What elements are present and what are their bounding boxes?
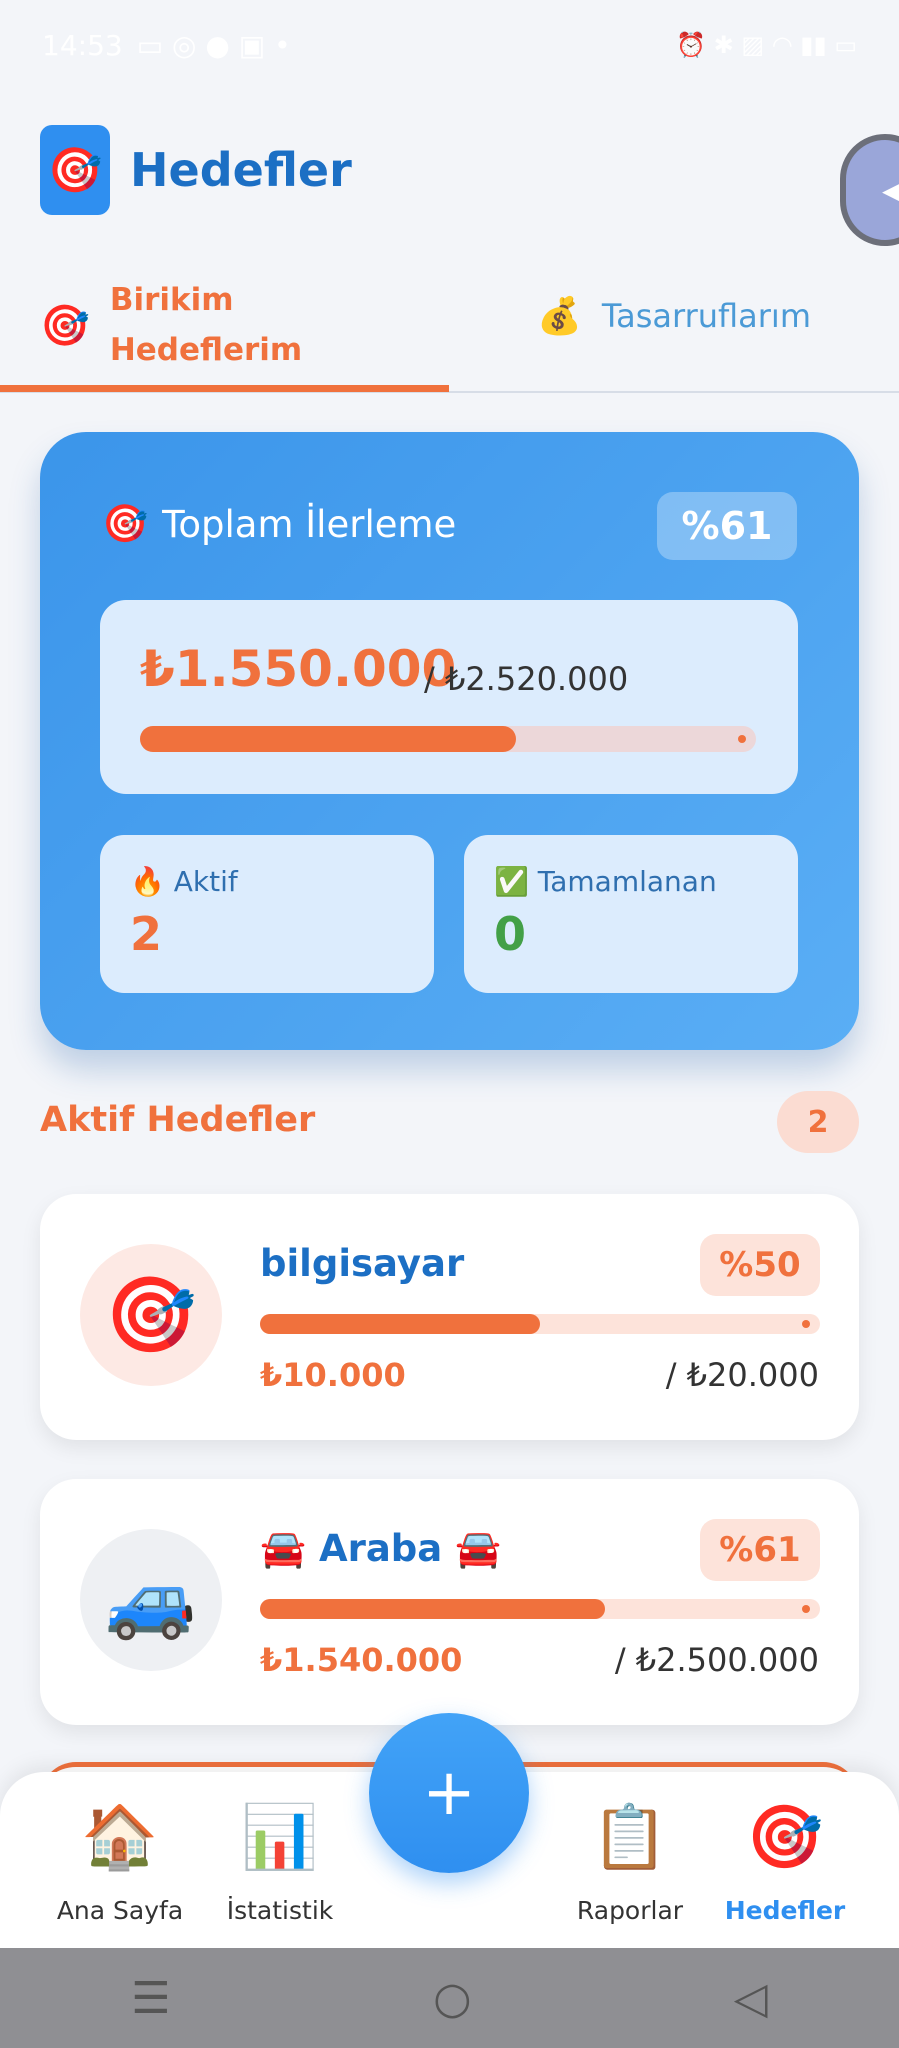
goal-target-amount: / ₺20.000 [665, 1356, 819, 1394]
target-icon: 🎯 [102, 502, 149, 545]
goal-name: 🚘 Araba 🚘 [260, 1527, 502, 1570]
goal-tabs: 🎯 Birikim Hedeflerim 💰 Tasarruflarım [0, 265, 899, 393]
goal-progress-bar [260, 1599, 820, 1619]
status-bar: 14:53 ▭ ◎ ● ▣ • ⏰ ✱ ▨ ◠ ▮▮ ▭ [0, 0, 899, 90]
goal-percent-badge: %50 [700, 1234, 820, 1296]
completed-stat-label: ✅ Tamamlanan [494, 865, 717, 898]
total-amount-box: ₺1.550.000 / ₺2.520.000 [100, 600, 798, 794]
nav-reports[interactable]: 📋 Raporlar [550, 1792, 710, 1925]
back-button[interactable]: ◁ [734, 1973, 768, 2024]
completed-count: 0 [494, 907, 527, 961]
target-icon: 🎯 [40, 302, 90, 349]
nav-label: Hedefler [724, 1896, 846, 1925]
progress-end-dot [802, 1605, 810, 1613]
active-tab-indicator [0, 385, 449, 392]
progress-fill [260, 1314, 540, 1334]
progress-end-dot [738, 735, 746, 743]
active-goals-heading: Aktif Hedefler [40, 1100, 316, 1140]
goal-name: bilgisayar [260, 1242, 465, 1285]
goal-current-amount: ₺10.000 [260, 1356, 406, 1394]
home-button[interactable]: ○ [433, 1973, 471, 2024]
goal-current-amount: ₺1.540.000 [260, 1641, 463, 1679]
total-progress-label: Toplam İlerleme [162, 502, 457, 546]
bar-chart-icon: 📊 [241, 1800, 319, 1873]
tab-label: Birikim Hedeflerim [109, 282, 303, 368]
active-count: 2 [130, 907, 163, 961]
notification-icons: ▭ ◎ ● ▣ • [136, 28, 291, 62]
nav-goals[interactable]: 🎯 Hedefler [705, 1792, 865, 1925]
side-panel-handle[interactable]: ◀ [840, 134, 899, 246]
goal-progress-bar [260, 1314, 820, 1334]
goal-percent-badge: %61 [700, 1519, 820, 1581]
completed-stat-box: ✅ Tamamlanan 0 [464, 835, 798, 993]
active-goals-count-badge: 2 [777, 1091, 859, 1153]
page-title: Hedefler [130, 143, 352, 197]
nav-label: İstatistik [226, 1896, 334, 1925]
total-target-amount: / ₺2.520.000 [424, 660, 629, 698]
progress-end-dot [802, 1320, 810, 1328]
clock: 14:53 [42, 28, 123, 62]
target-logo-icon: 🎯 [40, 125, 110, 215]
target-icon: 🎯 [746, 1800, 824, 1873]
add-goal-button[interactable]: + [369, 1713, 529, 1873]
money-bag-icon: 💰 [537, 296, 582, 337]
tab-my-savings[interactable]: 💰 Tasarruflarım [537, 295, 811, 337]
total-progress-bar [140, 726, 756, 752]
system-status-icons: ⏰ ✱ ▨ ◠ ▮▮ ▭ [676, 31, 857, 59]
car-photo-icon: 🚙 [80, 1529, 222, 1671]
progress-fill [260, 1599, 605, 1619]
target-icon: 🎯 [80, 1244, 222, 1386]
total-current-amount: ₺1.550.000 [140, 640, 457, 698]
check-mark-icon: ✅ [494, 865, 529, 898]
recent-apps-button[interactable]: ☰ [131, 1973, 170, 2024]
goal-target-amount: / ₺2.500.000 [614, 1641, 819, 1679]
tab-label: Tasarruflarım [601, 297, 811, 335]
nav-label: Ana Sayfa [56, 1896, 184, 1925]
goal-card[interactable]: 🎯 bilgisayar %50 ₺10.000 / ₺20.000 [40, 1194, 859, 1440]
system-navigation-bar: ☰ ○ ◁ [0, 1948, 899, 2048]
tab-savings-goals[interactable]: 🎯 Birikim Hedeflerim [40, 275, 440, 375]
nav-home[interactable]: 🏠 Ana Sayfa [40, 1792, 200, 1925]
nav-statistics[interactable]: 📊 İstatistik [200, 1792, 360, 1925]
active-stat-label: 🔥 Aktif [130, 865, 238, 898]
fire-icon: 🔥 [130, 865, 165, 898]
total-percent-badge: %61 [657, 492, 797, 560]
total-progress-card: 🎯 Toplam İlerleme %61 ₺1.550.000 / ₺2.52… [40, 432, 859, 1050]
nav-label: Raporlar [576, 1896, 684, 1925]
active-stat-box: 🔥 Aktif 2 [100, 835, 434, 993]
progress-fill [140, 726, 516, 752]
goal-card[interactable]: 🚙 🚘 Araba 🚘 %61 ₺1.540.000 / ₺2.500.000 [40, 1479, 859, 1725]
total-progress-title: 🎯 Toplam İlerleme [102, 502, 456, 546]
chevron-left-icon: ◀ [882, 170, 899, 211]
clipboard-icon: 📋 [591, 1800, 669, 1873]
house-icon: 🏠 [81, 1800, 159, 1873]
app-header: 🎯 Hedefler [40, 125, 352, 215]
